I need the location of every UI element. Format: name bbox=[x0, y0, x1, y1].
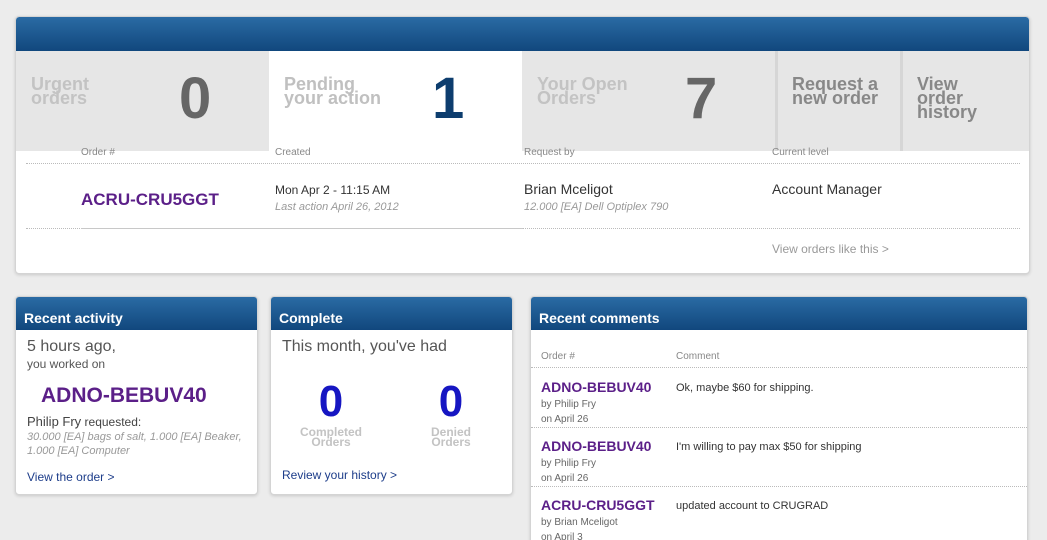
open-orders-count: 7 bbox=[685, 66, 718, 131]
column-header-current-level: Current level bbox=[772, 147, 829, 158]
recent-comments-card: Recent comments Order # Comment ADNO-BEB… bbox=[530, 296, 1028, 540]
column-header-created: Created bbox=[275, 147, 311, 158]
column-header-order: Order # bbox=[81, 147, 115, 158]
activity-requested-line: Philip Fry requested: bbox=[27, 414, 141, 429]
urgent-orders-count: 0 bbox=[179, 66, 212, 131]
tab-label: history bbox=[917, 102, 978, 122]
denied-orders-count: 0 bbox=[438, 377, 464, 426]
comment-date: on April 26 bbox=[541, 473, 589, 484]
complete-intro: This month, you've had bbox=[282, 338, 447, 355]
activity-requested-text: requested: bbox=[81, 415, 142, 429]
divider bbox=[531, 367, 1027, 368]
column-header-request-by: Request by bbox=[524, 147, 575, 158]
denied-orders-label: Orders bbox=[431, 435, 471, 449]
complete-card: Complete This month, you've had 0 Comple… bbox=[270, 296, 513, 495]
tab-urgent-orders[interactable]: Urgent orders 0 bbox=[16, 51, 269, 151]
order-item: 12.000 [EA] Dell Optiplex 790 bbox=[524, 201, 669, 213]
tab-request-new-order[interactable]: Request a new order bbox=[775, 51, 900, 151]
comments-header-order: Order # bbox=[541, 351, 575, 362]
orders-panel-header bbox=[16, 17, 1029, 51]
tab-open-orders[interactable]: Your Open Orders 7 bbox=[522, 51, 775, 151]
completed-orders-count: 0 bbox=[318, 377, 344, 426]
order-current-level: Account Manager bbox=[772, 181, 882, 197]
comment-author: by Philip Fry bbox=[541, 458, 597, 469]
pending-action-count: 1 bbox=[432, 66, 465, 131]
view-orders-like-this-link[interactable]: View orders like this > bbox=[772, 242, 889, 256]
divider bbox=[26, 163, 1020, 164]
row-underline bbox=[81, 228, 523, 229]
tab-pending-action[interactable]: Pending your action 1 bbox=[269, 51, 522, 151]
view-the-order-link[interactable]: View the order > bbox=[27, 470, 115, 484]
tab-label: new order bbox=[792, 88, 879, 108]
tab-label: orders bbox=[31, 88, 88, 108]
activity-order-link[interactable]: ADNO-BEBUV40 bbox=[41, 384, 207, 408]
order-requester: Brian Mceligot bbox=[524, 181, 613, 197]
card-title: Recent activity bbox=[16, 297, 257, 330]
orders-panel: Urgent orders 0 Pending your action 1 Your… bbox=[15, 16, 1030, 274]
activity-worked-on: you worked on bbox=[27, 357, 106, 371]
review-history-link[interactable]: Review your history > bbox=[282, 468, 397, 482]
tab-view-order-history[interactable]: View order history bbox=[900, 51, 1025, 151]
activity-requester: Philip Fry bbox=[27, 414, 82, 429]
comment-order-link[interactable]: ACRU-CRU5GGT bbox=[541, 497, 655, 513]
comment-text: updated account to CRUGRAD bbox=[676, 500, 829, 512]
card-title: Complete bbox=[271, 297, 512, 330]
comment-date: on April 26 bbox=[541, 414, 589, 425]
comment-author: by Brian Mceligot bbox=[541, 517, 618, 528]
comment-text: Ok, maybe $60 for shipping. bbox=[676, 382, 814, 394]
tab-label: your action bbox=[284, 88, 382, 108]
order-tabs: Urgent orders 0 Pending your action 1 Your… bbox=[16, 51, 1029, 151]
order-created: Mon Apr 2 - 11:15 AM bbox=[275, 183, 391, 197]
card-title: Recent comments bbox=[531, 297, 1027, 330]
comments-header-comment: Comment bbox=[676, 351, 720, 362]
comment-text: I'm willing to pay max $50 for shipping bbox=[676, 441, 862, 453]
comment-order-link[interactable]: ADNO-BEBUV40 bbox=[541, 438, 651, 454]
order-last-action: Last action April 26, 2012 bbox=[275, 201, 399, 213]
divider bbox=[531, 427, 1027, 428]
comment-author: by Philip Fry bbox=[541, 399, 597, 410]
activity-time: 5 hours ago, bbox=[27, 338, 116, 355]
activity-items: 30.000 [EA] bags of salt, 1.000 [EA] Bea… bbox=[27, 431, 242, 457]
comment-order-link[interactable]: ADNO-BEBUV40 bbox=[541, 379, 651, 395]
divider bbox=[531, 486, 1027, 487]
comment-date: on April 3 bbox=[541, 532, 583, 540]
recent-activity-card: Recent activity 5 hours ago, you worked … bbox=[15, 296, 258, 495]
order-number-link[interactable]: ACRU-CRU5GGT bbox=[81, 190, 219, 210]
